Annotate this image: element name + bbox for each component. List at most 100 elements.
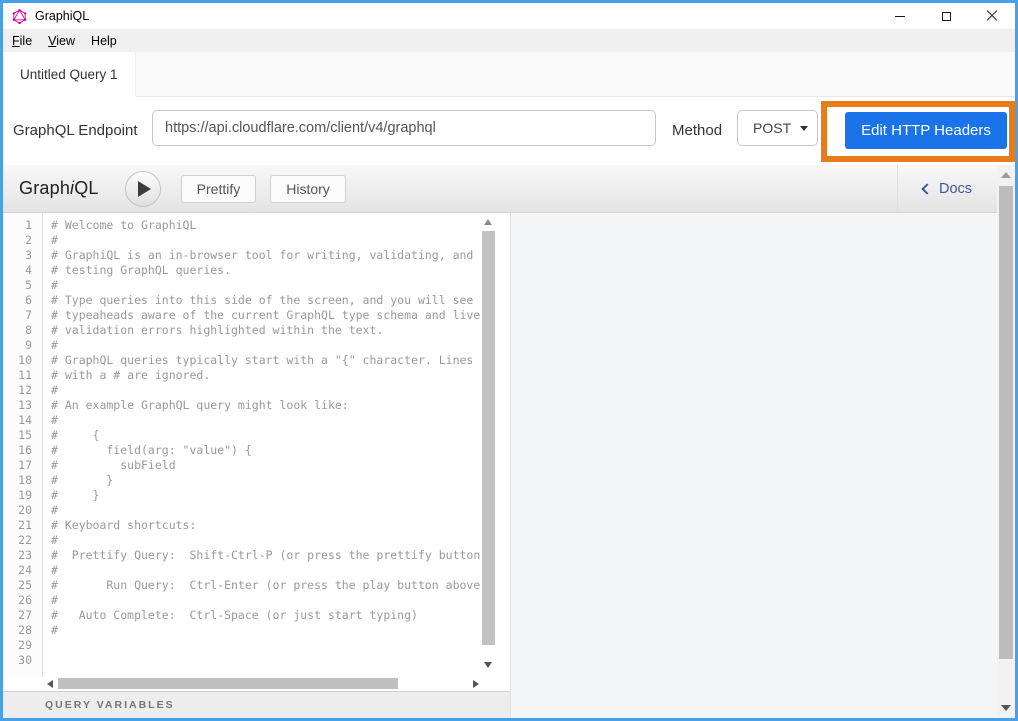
- graphiql-logo: GraphiQL: [19, 178, 99, 199]
- line-number: 7: [3, 308, 32, 323]
- scroll-down-arrow-icon[interactable]: [484, 662, 492, 668]
- close-button[interactable]: [969, 3, 1015, 29]
- app-window: GraphiQL File View Help Untitled Query 1…: [0, 0, 1018, 721]
- graphiql-main: GraphiQL Prettify History Docs 123456789…: [3, 165, 997, 718]
- tab-untitled-query-1[interactable]: Untitled Query 1: [3, 52, 136, 97]
- line-number: 16: [3, 443, 32, 458]
- code-line: # validation errors highlighted within t…: [51, 323, 481, 338]
- code-line: # testing GraphQL queries.: [51, 263, 481, 278]
- line-number: 19: [3, 488, 32, 503]
- menu-bar: File View Help: [3, 29, 1015, 52]
- menu-file[interactable]: File: [4, 32, 40, 50]
- graphiql-toolbar: GraphiQL Prettify History Docs: [3, 165, 997, 213]
- query-editor[interactable]: 1234567891011121314151617181920212223242…: [3, 213, 510, 677]
- editor-panes: 1234567891011121314151617181920212223242…: [3, 213, 997, 718]
- code-line: # Keyboard shortcuts:: [51, 518, 481, 533]
- result-pane: [510, 213, 997, 718]
- request-bar: GraphQL Endpoint Method POST Edit HTTP H…: [3, 97, 1015, 165]
- line-number: 14: [3, 413, 32, 428]
- line-number: 1: [3, 218, 32, 233]
- maximize-icon: [942, 12, 951, 21]
- tab-strip: Untitled Query 1: [3, 52, 1015, 97]
- code-line: #: [51, 413, 481, 428]
- line-number: 30: [3, 653, 32, 668]
- endpoint-input[interactable]: [152, 110, 656, 146]
- code-line: #: [51, 563, 481, 578]
- code-line: # typeaheads aware of the current GraphQ…: [51, 308, 481, 323]
- code-line: #: [51, 593, 481, 608]
- vertical-scrollbar-thumb[interactable]: [482, 231, 495, 645]
- line-number: 17: [3, 458, 32, 473]
- code-line: #: [51, 278, 481, 293]
- maximize-button[interactable]: [923, 3, 969, 29]
- line-number: 12: [3, 383, 32, 398]
- code-line: #: [51, 233, 481, 248]
- menu-view[interactable]: View: [40, 32, 83, 50]
- line-number: 15: [3, 428, 32, 443]
- scroll-right-arrow-icon[interactable]: [473, 680, 479, 688]
- line-number: 2: [3, 233, 32, 248]
- line-number: 13: [3, 398, 32, 413]
- minimize-icon: [895, 16, 905, 17]
- code-line: [51, 653, 481, 668]
- line-number: 20: [3, 503, 32, 518]
- code-line: # Prettify Query: Shift-Ctrl-P (or press…: [51, 548, 481, 563]
- code-line: #: [51, 533, 481, 548]
- query-variables-bar[interactable]: QUERY VARIABLES: [3, 691, 510, 718]
- chevron-left-icon: [921, 183, 932, 194]
- scroll-up-arrow-icon[interactable]: [1001, 172, 1011, 178]
- code-line: # GraphiQL is an in-browser tool for wri…: [51, 248, 481, 263]
- minimize-button[interactable]: [877, 3, 923, 29]
- caret-down-icon: [800, 126, 808, 131]
- line-number: 11: [3, 368, 32, 383]
- graphql-logo-icon: [12, 9, 27, 24]
- line-number: 9: [3, 338, 32, 353]
- app-scrollbar-thumb[interactable]: [999, 186, 1013, 659]
- code-line: # with a # are ignored.: [51, 368, 481, 383]
- line-number: 26: [3, 593, 32, 608]
- editor-horizontal-scrollbar[interactable]: [45, 677, 481, 691]
- scroll-up-arrow-icon[interactable]: [484, 219, 492, 225]
- menu-help[interactable]: Help: [83, 32, 125, 50]
- code-line: [51, 638, 481, 653]
- docs-toggle[interactable]: Docs: [897, 165, 997, 212]
- method-select[interactable]: POST: [737, 110, 818, 146]
- edit-http-headers-button[interactable]: Edit HTTP Headers: [845, 112, 1007, 149]
- query-variables-title: QUERY VARIABLES: [45, 699, 175, 711]
- line-number: 4: [3, 263, 32, 278]
- window-controls: [877, 3, 1015, 29]
- code-line: # {: [51, 428, 481, 443]
- line-number: 23: [3, 548, 32, 563]
- logo-text: Graph: [19, 178, 70, 198]
- line-number: 8: [3, 323, 32, 338]
- prettify-button[interactable]: Prettify: [181, 175, 257, 203]
- play-icon: [138, 181, 151, 197]
- line-number: 3: [3, 248, 32, 263]
- code-line: #: [51, 623, 481, 638]
- editor-vertical-scrollbar[interactable]: [481, 213, 496, 677]
- execute-query-button[interactable]: [125, 171, 161, 207]
- window-title: GraphiQL: [35, 9, 89, 23]
- horizontal-scrollbar-thumb[interactable]: [58, 678, 398, 689]
- query-pane: 1234567891011121314151617181920212223242…: [3, 213, 510, 718]
- method-select-value: POST: [753, 120, 791, 136]
- code-line: #: [51, 383, 481, 398]
- scroll-down-arrow-icon[interactable]: [1001, 705, 1011, 711]
- scroll-left-arrow-icon[interactable]: [47, 680, 53, 688]
- line-number: 28: [3, 623, 32, 638]
- line-number: 25: [3, 578, 32, 593]
- line-number: 24: [3, 563, 32, 578]
- app-vertical-scrollbar[interactable]: [997, 165, 1015, 718]
- history-button[interactable]: History: [270, 175, 346, 203]
- docs-label: Docs: [939, 181, 972, 197]
- line-number: 22: [3, 533, 32, 548]
- code-line: # Welcome to GraphiQL: [51, 218, 481, 233]
- line-number: 18: [3, 473, 32, 488]
- line-number: 6: [3, 293, 32, 308]
- line-number-gutter: 1234567891011121314151617181920212223242…: [3, 213, 43, 677]
- code-line: # subField: [51, 458, 481, 473]
- code-line: # field(arg: "value") {: [51, 443, 481, 458]
- line-number: 21: [3, 518, 32, 533]
- line-number: 5: [3, 278, 32, 293]
- code-line: # Run Query: Ctrl-Enter (or press the pl…: [51, 578, 481, 593]
